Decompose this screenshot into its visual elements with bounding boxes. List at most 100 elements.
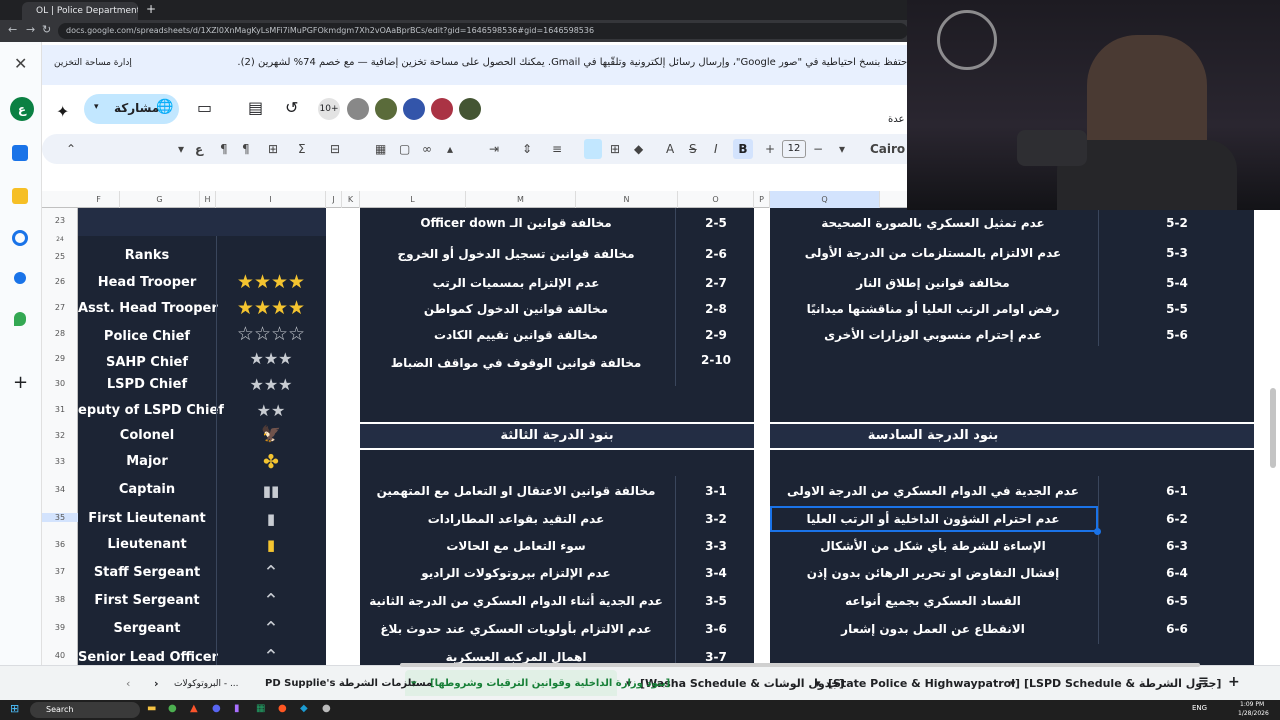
fill-handle[interactable] <box>1094 528 1101 535</box>
vertical-scrollbar[interactable] <box>1270 388 1276 468</box>
row-header[interactable]: 24 <box>42 236 78 243</box>
taskbar-search[interactable]: Search <box>30 702 140 718</box>
share-button[interactable]: ▾ مشاركة 🌐 <box>84 94 179 124</box>
row-header[interactable]: 32 <box>42 431 78 440</box>
more-icon[interactable]: ▾ <box>178 140 184 158</box>
row-header[interactable]: 38 <box>42 595 78 604</box>
merge-cells-button[interactable] <box>584 139 602 159</box>
steam-icon[interactable]: ◆ <box>300 703 308 714</box>
sheet-tab[interactable]: البروتوكولات - ... <box>174 674 239 694</box>
windows-start-icon[interactable]: ⊞ <box>10 702 19 715</box>
filter-icon[interactable]: ⊟ <box>330 140 340 158</box>
paragraph-ltr-icon[interactable]: ¶ <box>242 140 250 158</box>
row-header[interactable]: 35 <box>42 513 78 522</box>
brave-icon[interactable]: ▲ <box>190 703 198 714</box>
column-header[interactable]: F <box>78 191 120 208</box>
borders-icon[interactable]: ⊞ <box>610 140 620 158</box>
scroll-tabs-right-icon[interactable]: › <box>154 674 159 694</box>
sheet-tab[interactable]: [State Police & Highwaypatrol] <box>828 674 1020 694</box>
url-field[interactable]: docs.google.com/spreadsheets/d/1XZl0XnMa… <box>58 23 908 39</box>
row-header[interactable]: 34 <box>42 485 78 494</box>
contacts-icon[interactable] <box>14 272 26 284</box>
collaborator-avatar[interactable] <box>347 98 369 120</box>
column-header[interactable]: N <box>576 191 678 208</box>
row-header[interactable]: 26 <box>42 277 78 286</box>
gemini-icon[interactable]: ✦ <box>56 102 69 121</box>
paragraph-icon[interactable]: ¶ <box>220 140 228 158</box>
collaborators-count[interactable]: 10+ <box>318 98 340 120</box>
forward-icon[interactable]: → <box>26 23 35 36</box>
sheet-tab[interactable]: [Washa Schedule & جدول الوشات] <box>640 674 844 694</box>
strikethrough-icon[interactable]: S <box>689 140 697 158</box>
text-wrap-icon[interactable]: ⇥ <box>489 140 499 158</box>
sheet-tab[interactable]: [بنود وزارة الداخلية وقوانين الترقيات وش… <box>430 674 670 694</box>
column-header[interactable]: G <box>120 191 200 208</box>
italic-icon[interactable]: I <box>714 140 718 158</box>
vertical-align-icon[interactable]: ⇕ <box>522 140 532 158</box>
account-avatar[interactable]: ع <box>10 97 34 121</box>
add-sheet-icon[interactable]: + <box>1228 672 1240 692</box>
file-explorer-icon[interactable]: ▬ <box>147 703 156 714</box>
sheet-grid[interactable]: Ranks Head Trooper ★★★★ Asst. Head Troop… <box>78 208 1280 665</box>
partial-menu-label[interactable]: عدة <box>888 114 904 125</box>
column-header[interactable]: O <box>678 191 754 208</box>
sheet-tab[interactable]: PD Supplie's مستلزمات الشرطة <box>265 674 432 694</box>
clock-time[interactable]: 1:09 PM <box>1240 701 1264 708</box>
calendar-icon[interactable] <box>12 145 28 161</box>
scroll-tabs-left-icon[interactable]: ‹ <box>126 674 130 694</box>
chart-insert-icon[interactable]: ▦ <box>375 140 386 158</box>
text-color-icon[interactable]: A <box>666 140 674 158</box>
column-header[interactable]: H <box>200 191 216 208</box>
row-header[interactable]: 33 <box>42 457 78 466</box>
share-dropdown-icon[interactable]: ▾ <box>94 102 99 112</box>
row-header[interactable]: 37 <box>42 567 78 576</box>
row-header[interactable]: 27 <box>42 303 78 312</box>
row-header[interactable]: 36 <box>42 540 78 549</box>
discord-icon[interactable]: ● <box>212 703 221 714</box>
excel-icon[interactable]: ▦ <box>256 703 265 714</box>
manage-storage-link[interactable]: إدارة مساحة التخزين <box>54 58 132 68</box>
sheet-tab[interactable]: [LSPD Schedule & جدول الشرطة] <box>1024 674 1221 694</box>
banner-close-icon[interactable]: ✕ <box>14 54 27 73</box>
clock-date[interactable]: 1/28/2026 <box>1238 710 1269 717</box>
new-tab-icon[interactable]: + <box>146 2 156 16</box>
chart-icon[interactable]: ⊞ <box>268 140 278 158</box>
back-icon[interactable]: ← <box>8 23 17 36</box>
comment-icon[interactable]: ▤ <box>248 98 263 117</box>
column-header[interactable]: P <box>754 191 770 208</box>
horizontal-align-icon[interactable]: ≡ <box>552 140 562 158</box>
font-family-select[interactable]: Cairo <box>870 140 905 158</box>
row-header[interactable]: 28 <box>42 329 78 338</box>
row-header[interactable]: 31 <box>42 405 78 414</box>
font-dropdown-icon[interactable]: ▾ <box>839 140 845 158</box>
font-size-decrease-icon[interactable]: − <box>813 140 823 158</box>
obs-icon[interactable]: ● <box>278 703 287 714</box>
column-header[interactable]: K <box>342 191 360 208</box>
font-size-increase-icon[interactable]: + <box>765 140 775 158</box>
column-header[interactable]: M <box>466 191 576 208</box>
text-rotate-icon[interactable]: ▴ <box>447 140 453 158</box>
chrome-icon[interactable]: ● <box>168 703 177 714</box>
collaborator-avatar[interactable] <box>375 98 397 120</box>
font-size-field[interactable]: 12 <box>782 140 806 158</box>
meet-icon[interactable]: ▭ <box>197 98 212 117</box>
maps-icon[interactable] <box>14 312 26 326</box>
language-indicator[interactable]: ENG <box>1192 704 1207 712</box>
row-header[interactable]: 23 <box>42 216 78 225</box>
comment-insert-icon[interactable]: ▢ <box>399 140 410 158</box>
row-header[interactable]: 39 <box>42 623 78 632</box>
fill-color-icon[interactable]: ◆ <box>634 140 643 158</box>
column-header[interactable]: J <box>326 191 342 208</box>
collaborator-avatar[interactable] <box>459 98 481 120</box>
row-header[interactable]: 30 <box>42 379 78 388</box>
bold-button[interactable]: B <box>733 139 753 159</box>
row-header[interactable]: 40 <box>42 651 78 660</box>
keep-icon[interactable] <box>12 188 28 204</box>
reload-icon[interactable]: ↻ <box>42 23 51 36</box>
collapse-menus-icon[interactable]: ⌃ <box>66 140 76 158</box>
browser-tab[interactable]: OL | Police Department v2.0 - <box>22 2 138 20</box>
row-header[interactable]: 25 <box>42 252 78 261</box>
column-header[interactable]: L <box>360 191 466 208</box>
collaborator-avatar[interactable] <box>431 98 453 120</box>
column-header[interactable]: Q <box>770 191 880 208</box>
